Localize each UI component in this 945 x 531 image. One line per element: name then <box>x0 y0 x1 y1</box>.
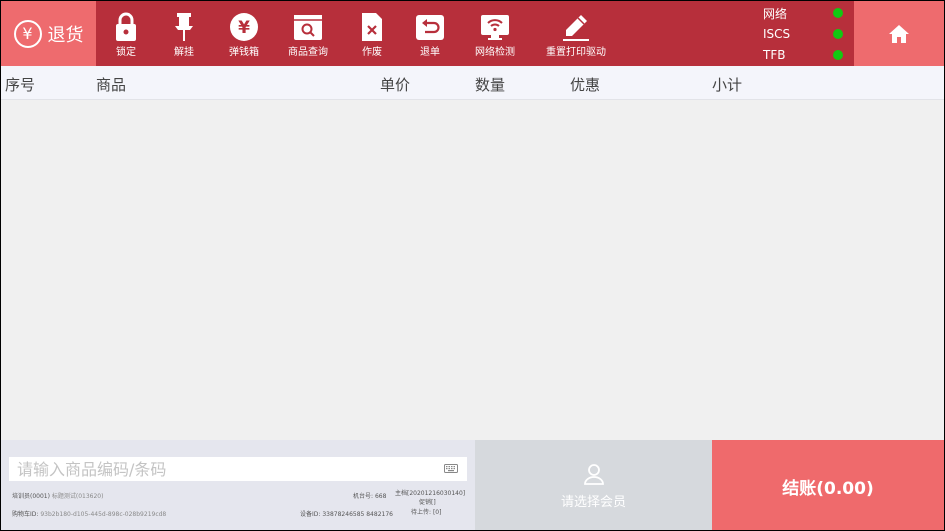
pending-upload-value: [0] <box>432 509 442 516</box>
product-search-label: 商品查询 <box>288 47 328 58</box>
status-label: TFB <box>763 48 786 62</box>
column-header-discount: 优惠 <box>570 76 601 94</box>
column-header-subtotal: 小计 <box>712 76 743 94</box>
trainer-label: 培训员(0001) <box>12 493 50 500</box>
return-order-icon <box>414 11 446 43</box>
yen-icon: ¥ <box>228 11 260 43</box>
cart-table-header: 序号 商品 单价 数量 优惠 小计 <box>1 66 944 100</box>
device-id-label: 设备ID: <box>300 511 321 518</box>
top-toolbar: ¥ 退货 锁定 解挂 ¥ 弹钱箱 商品查询 作废 退单 网络检测 重置打印驱动 … <box>1 1 944 66</box>
lock-button[interactable]: 锁定 <box>110 1 142 66</box>
home-button[interactable] <box>854 1 944 66</box>
status-iscs: ISCS <box>763 25 843 43</box>
cart-item-list[interactable] <box>1 100 944 440</box>
svg-text:¥: ¥ <box>238 18 250 38</box>
void-document-icon <box>356 11 388 43</box>
void-label: 作废 <box>362 47 382 58</box>
select-member-label: 请选择会员 <box>560 494 626 510</box>
trainer-info: 培训员(0001) 标题测试(013620) <box>12 491 103 500</box>
pin-icon <box>168 11 200 43</box>
column-header-product: 商品 <box>96 76 127 94</box>
cart-id-info: 购物车ID: 93b2b180-d105-445d-898c-028b9219c… <box>12 509 166 518</box>
barcode-input[interactable] <box>9 457 467 481</box>
lock-label: 锁定 <box>116 47 136 58</box>
promotion-version: 促销[] <box>419 499 436 506</box>
product-search-icon <box>292 11 324 43</box>
connection-status-panel: 网络 ISCS TFB <box>758 1 854 66</box>
status-label: ISCS <box>763 27 791 41</box>
pos-window: ¥ 退货 锁定 解挂 ¥ 弹钱箱 商品查询 作废 退单 网络检测 重置打印驱动 … <box>0 0 945 531</box>
hang-label: 解挂 <box>174 47 194 58</box>
pending-upload-info: 待上传: [0] <box>411 507 441 516</box>
product-search-button[interactable]: 商品查询 <box>286 1 330 66</box>
network-check-label: 网络检测 <box>475 47 515 58</box>
status-label: 网络 <box>763 6 788 21</box>
hang-button[interactable]: 解挂 <box>168 1 200 66</box>
keyboard-icon[interactable] <box>444 462 458 474</box>
reset-printer-button[interactable]: 重置打印驱动 <box>544 1 608 66</box>
cash-drawer-button[interactable]: ¥ 弹钱箱 <box>224 1 264 66</box>
cash-drawer-label: 弹钱箱 <box>229 47 259 58</box>
status-network: 网络 <box>763 4 843 22</box>
cart-id-value: 93b2b180-d105-445d-898c-028b9219cd8 <box>40 511 167 518</box>
lock-icon <box>110 11 142 43</box>
status-indicator <box>833 50 843 60</box>
network-check-button[interactable]: 网络检测 <box>472 1 518 66</box>
device-no-label: 机台号: <box>353 493 374 500</box>
mode-label: 退货 <box>47 24 84 46</box>
column-header-quantity: 数量 <box>475 76 506 94</box>
return-order-button[interactable]: 退单 <box>414 1 446 66</box>
checkout-button[interactable]: 结账(0.00) <box>712 440 944 530</box>
return-order-label: 退单 <box>420 47 440 58</box>
person-icon <box>583 463 604 485</box>
pending-upload-label: 待上传: <box>411 509 432 516</box>
void-button[interactable]: 作废 <box>356 1 388 66</box>
master-data-version: 主档[20201216030140] <box>395 490 466 497</box>
checkout-label: 结账(0.00) <box>782 478 874 499</box>
device-id-value: 33878246585 8482176 <box>322 511 393 518</box>
cart-id-label: 购物车ID: <box>12 511 39 518</box>
device-id-info: 设备ID: 33878246585 8482176 <box>300 509 393 518</box>
status-indicator <box>833 8 843 18</box>
home-icon <box>889 24 909 43</box>
reset-printer-label: 重置打印驱动 <box>546 47 606 58</box>
status-indicator <box>833 29 843 39</box>
return-mode-button[interactable]: ¥ 退货 <box>1 1 96 66</box>
pencil-icon <box>560 11 592 43</box>
column-header-price: 单价 <box>380 76 411 94</box>
select-member-button[interactable]: 请选择会员 <box>475 440 712 530</box>
device-no-info: 机台号: 668 <box>353 491 386 500</box>
device-no-value: 668 <box>374 493 387 500</box>
status-tfb: TFB <box>763 46 843 64</box>
trainer-value: 标题测试(013620) <box>51 493 104 500</box>
column-header-index: 序号 <box>5 76 36 94</box>
wifi-monitor-icon <box>479 11 511 43</box>
scan-panel: 培训员(0001) 标题测试(013620) 购物车ID: 93b2b180-d… <box>1 440 475 530</box>
yen-circle-icon: ¥ <box>13 19 42 48</box>
